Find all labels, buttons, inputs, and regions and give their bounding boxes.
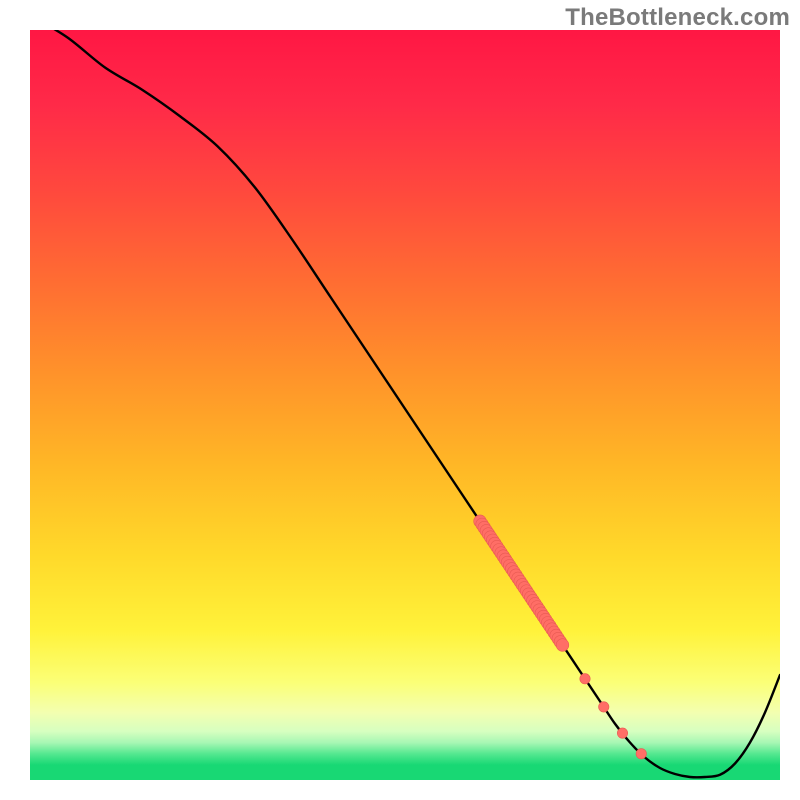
curve-marker <box>636 749 646 759</box>
curve-marker <box>617 728 627 738</box>
curve-marker <box>599 702 609 712</box>
gradient-background <box>30 30 780 780</box>
chart-stage: TheBottleneck.com <box>0 0 800 800</box>
curve-marker <box>580 674 590 684</box>
chart-svg <box>0 0 800 800</box>
curve-marker <box>556 639 569 652</box>
watermark-text: TheBottleneck.com <box>565 4 790 32</box>
